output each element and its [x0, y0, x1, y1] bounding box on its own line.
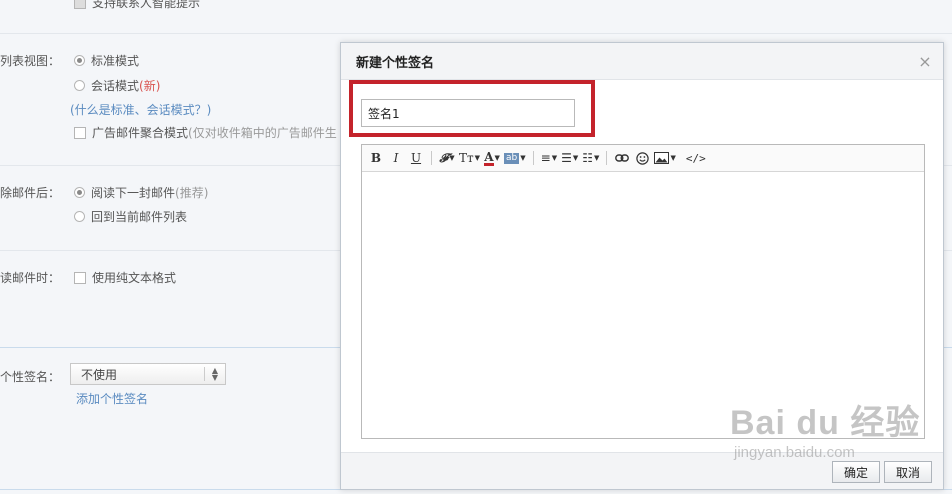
new-signature-dialog: 新建个性签名 × B I U 𝓕▼ Tт▼ A▼ ab▼ ≡▼ ☰▼ ☷▼	[340, 42, 944, 490]
read-next-radio[interactable]	[74, 187, 85, 198]
signature-name-input[interactable]	[361, 99, 575, 127]
dropdown-arrow-icon: ▼	[594, 154, 600, 162]
image-button[interactable]: ▼	[652, 148, 677, 168]
font-family-icon: 𝓕	[439, 150, 449, 165]
standard-mode-label: 标准模式	[91, 54, 140, 68]
bg-color-icon: ab	[504, 152, 520, 164]
back-to-list-radio[interactable]	[74, 211, 85, 222]
close-icon[interactable]: ×	[915, 52, 935, 71]
list-view-label: 列表视图：	[0, 54, 61, 68]
bold-button[interactable]: B	[366, 148, 386, 168]
editor-toolbar: B I U 𝓕 ▼ Tт ▼ A ▼ ab ▼ ≡ ▼ ☰ ▼ ☷ ▼ ▼ </…	[362, 145, 924, 172]
back-to-list-label: 回到当前邮件列表	[91, 210, 188, 224]
image-icon	[654, 152, 670, 164]
dialog-footer: 确定 取消	[341, 452, 943, 489]
dropdown-arrow-icon: ▼	[474, 154, 481, 162]
after-delete-label: 除邮件后：	[0, 186, 61, 200]
unordered-list-button[interactable]: ☰ ▼	[559, 148, 580, 168]
contact-hint-label: 支持联系人智能提示	[92, 0, 201, 10]
source-code-button[interactable]: </>	[684, 148, 708, 168]
read-next-option[interactable]: 阅读下一封邮件 (推荐)	[74, 184, 208, 201]
ordered-list-button[interactable]: ☷ ▼	[580, 148, 601, 168]
plain-text-checkbox[interactable]	[74, 271, 86, 284]
add-signature-link[interactable]: 添加个性签名	[76, 390, 148, 407]
signature-select-value: 不使用	[81, 367, 118, 382]
recommended-note: (推荐)	[175, 186, 209, 200]
italic-button[interactable]: I	[386, 148, 406, 168]
read-next-label: 阅读下一封邮件	[91, 186, 176, 200]
conversation-mode-label: 会话模式	[91, 79, 140, 93]
ad-aggregate-label: 广告邮件聚合模式	[92, 126, 189, 140]
divider	[0, 33, 952, 34]
toolbar-separator	[606, 151, 608, 165]
smiley-icon	[636, 151, 649, 165]
font-color-button[interactable]: A ▼	[482, 148, 502, 168]
dropdown-arrow-icon: ▼	[551, 154, 558, 162]
cancel-button[interactable]: 取消	[884, 461, 932, 483]
ad-aggregate-option[interactable]: 广告邮件聚合模式 (仅对收件箱中的广告邮件生	[74, 124, 337, 141]
font-color-icon: A	[484, 149, 494, 166]
font-size-button[interactable]: Tт ▼	[457, 148, 482, 168]
signature-label: 个性签名：	[0, 370, 61, 384]
standard-mode-option[interactable]: 标准模式	[74, 52, 139, 69]
select-arrows-icon: ▲ ▼	[204, 367, 225, 382]
dropdown-arrow-icon: ▼	[572, 154, 579, 162]
link-button[interactable]	[612, 148, 632, 168]
ordered-list-icon: ☷	[582, 151, 594, 165]
dialog-header: 新建个性签名 ×	[341, 43, 943, 80]
confirm-button[interactable]: 确定	[832, 461, 880, 483]
reading-label: 读邮件时：	[0, 271, 61, 285]
mode-help-link[interactable]: (什么是标准、会话模式？)	[70, 101, 211, 118]
toolbar-separator	[532, 151, 534, 165]
underline-button[interactable]: U	[406, 148, 426, 168]
dropdown-arrow-icon: ▼	[670, 154, 676, 162]
contact-hint-option[interactable]: 支持联系人智能提示	[74, 0, 200, 11]
standard-mode-radio[interactable]	[74, 55, 85, 66]
dropdown-arrow-icon: ▼	[449, 154, 455, 162]
dropdown-arrow-icon: ▼	[520, 154, 526, 162]
conversation-mode-radio[interactable]	[74, 80, 85, 91]
link-icon	[615, 154, 630, 162]
dialog-title: 新建个性签名	[356, 55, 435, 71]
new-badge: (新)	[139, 79, 161, 93]
signature-editor: B I U 𝓕 ▼ Tт ▼ A ▼ ab ▼ ≡ ▼ ☰ ▼ ☷ ▼ ▼ </…	[361, 144, 925, 439]
editor-content-area[interactable]	[362, 172, 924, 438]
back-to-list-option[interactable]: 回到当前邮件列表	[74, 208, 187, 225]
plain-text-label: 使用纯文本格式	[92, 271, 177, 285]
align-icon: ≡	[540, 151, 551, 165]
unordered-list-icon: ☰	[561, 151, 572, 165]
bg-color-button[interactable]: ab ▼	[502, 148, 528, 168]
emoji-button[interactable]	[632, 148, 652, 168]
plain-text-option[interactable]: 使用纯文本格式	[74, 269, 176, 286]
align-button[interactable]: ≡ ▼	[539, 148, 559, 168]
ad-aggregate-checkbox[interactable]	[74, 126, 86, 139]
conversation-mode-option[interactable]: 会话模式 (新)	[74, 77, 160, 94]
toolbar-separator	[431, 151, 432, 165]
ad-aggregate-note: (仅对收件箱中的广告邮件生	[188, 126, 337, 140]
font-size-icon: Tт	[459, 151, 474, 165]
contact-hint-checkbox[interactable]	[74, 0, 86, 9]
dropdown-arrow-icon: ▼	[494, 154, 500, 162]
font-family-button[interactable]: 𝓕 ▼	[437, 148, 457, 168]
signature-select[interactable]: 不使用 ▲ ▼	[70, 363, 226, 385]
